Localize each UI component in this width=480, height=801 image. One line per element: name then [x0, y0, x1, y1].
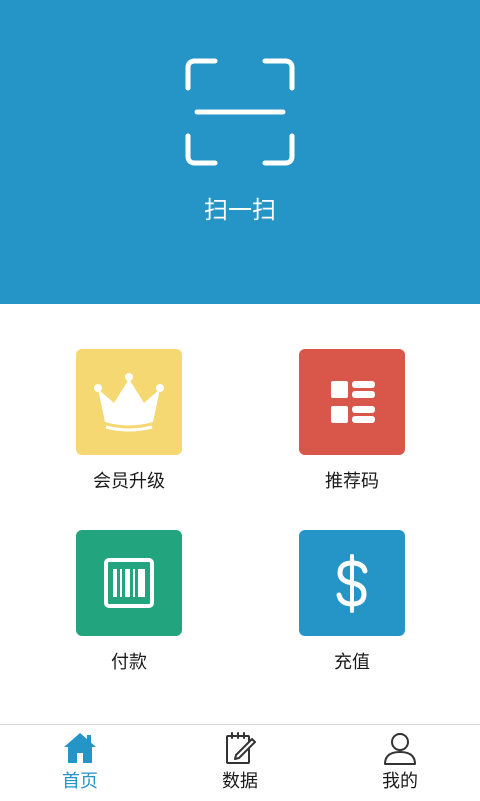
tab-mine-label: 我的: [382, 771, 418, 792]
tab-data[interactable]: 数据: [160, 725, 320, 801]
tab-data-label: 数据: [222, 771, 258, 792]
home-icon: [64, 733, 96, 763]
scan-button[interactable]: 扫一扫: [160, 40, 320, 240]
dollar-icon: [336, 554, 368, 613]
tab-home[interactable]: 首页: [0, 725, 160, 801]
notepad-pencil-icon: [226, 732, 256, 764]
member-upgrade-icon-box: [76, 349, 182, 455]
recharge-tile[interactable]: 充值: [267, 530, 437, 690]
grid-list-icon: [331, 381, 375, 423]
barcode-icon: [104, 558, 154, 608]
member-upgrade-label: 会员升级: [93, 471, 165, 492]
tab-mine[interactable]: 我的: [320, 725, 480, 801]
bottom-tab-bar: 首页 数据 我的: [0, 724, 480, 801]
scan-label: 扫一扫: [204, 196, 276, 224]
member-upgrade-tile[interactable]: 会员升级: [44, 349, 214, 509]
crown-icon: [94, 373, 164, 432]
payment-tile[interactable]: 付款: [44, 530, 214, 690]
referral-code-label: 推荐码: [325, 471, 379, 492]
scan-header: 扫一扫: [0, 0, 480, 304]
payment-icon-box: [76, 530, 182, 636]
recharge-icon-box: [299, 530, 405, 636]
user-icon: [384, 733, 416, 765]
referral-code-tile[interactable]: 推荐码: [267, 349, 437, 509]
scan-frame-icon: [185, 58, 295, 166]
recharge-label: 充值: [334, 652, 370, 673]
payment-label: 付款: [111, 652, 147, 673]
tab-home-label: 首页: [62, 771, 98, 792]
referral-code-icon-box: [299, 349, 405, 455]
